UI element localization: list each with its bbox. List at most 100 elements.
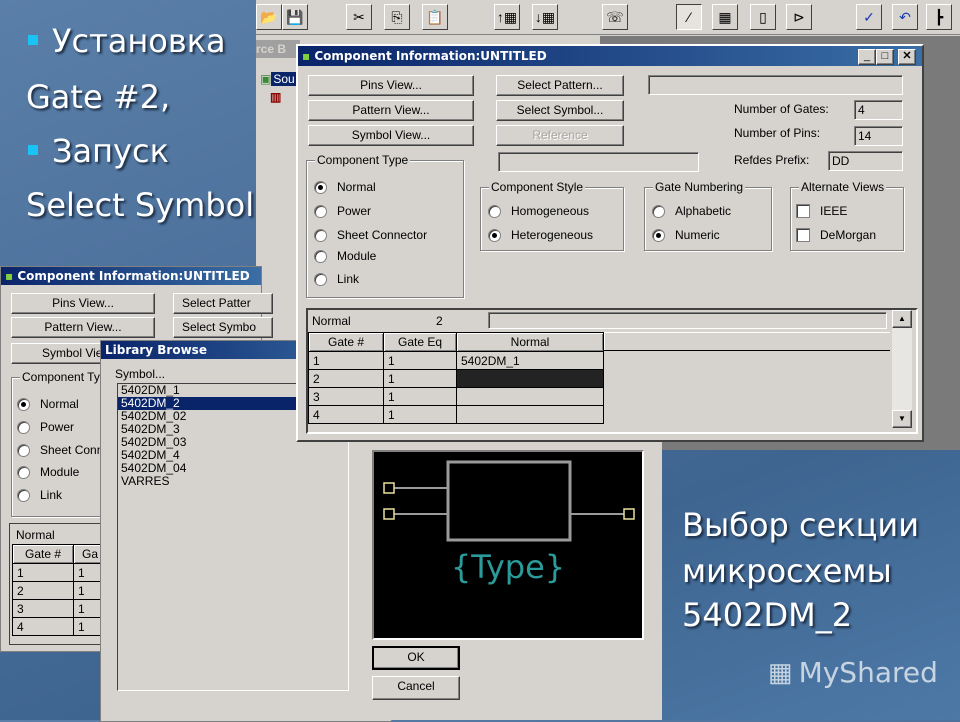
source-browser: rce B ▣ Sou ▥ <box>256 36 300 336</box>
table-row[interactable]: 21 <box>12 581 107 600</box>
table-row[interactable]: 1 1 5402DM_1 <box>308 351 604 370</box>
back-pattern-view-button[interactable]: Pattern View... <box>11 317 155 338</box>
table-cell[interactable] <box>456 405 604 424</box>
grid-edit-field[interactable] <box>488 312 887 329</box>
table-cell[interactable]: 5402DM_1 <box>456 351 604 370</box>
number-of-gates-label: Number of Gates: <box>734 102 829 116</box>
table-cell[interactable]: 1 <box>308 351 384 370</box>
reference-button[interactable]: Reference <box>496 125 624 146</box>
toolbar-insert-row-above-button[interactable]: ↑▦ <box>494 4 520 30</box>
column-header[interactable]: Gate # <box>308 332 384 352</box>
maximize-button[interactable]: □ <box>876 49 894 65</box>
select-symbol-button[interactable]: Select Symbol... <box>496 100 624 121</box>
scroll-down-button[interactable]: ▼ <box>892 410 912 428</box>
toolbar-chip-button[interactable]: ▯ <box>750 4 776 30</box>
table-row[interactable]: 21 <box>308 369 604 388</box>
toolbar-cut-button[interactable]: ✂ <box>346 4 372 30</box>
table-row[interactable]: 31 <box>308 387 604 406</box>
cancel-button[interactable]: Cancel <box>372 676 460 700</box>
table-row[interactable]: 41 <box>308 405 604 424</box>
table-row[interactable]: 31 <box>12 599 107 618</box>
back-select-pattern-button[interactable]: Select Patter <box>173 293 273 314</box>
back-component-type-radio-power[interactable]: Power <box>17 420 74 434</box>
slide-bullet-2: Запуск <box>28 132 169 170</box>
toolbar-component-info-button[interactable]: ☏ <box>602 4 628 30</box>
table-cell[interactable]: 1 <box>12 563 74 582</box>
back-select-symbol-button[interactable]: Select Symbo <box>173 317 273 338</box>
table-cell[interactable]: 3 <box>12 599 74 618</box>
table-cell[interactable]: 4 <box>308 405 384 424</box>
pattern-name-field[interactable] <box>648 75 903 95</box>
select-pattern-button[interactable]: Select Pattern... <box>496 75 624 96</box>
grid-scrollbar[interactable]: ▲ ▼ <box>892 310 912 428</box>
toolbar-symbol-pattern-button[interactable]: ⁄ <box>676 4 702 30</box>
back-component-type-radio-normal[interactable]: Normal <box>17 397 79 411</box>
table-cell[interactable]: 1 <box>383 369 457 388</box>
toolbar-paste-button[interactable]: 📋 <box>422 4 448 30</box>
table-cell[interactable] <box>456 387 604 406</box>
grid-status-label: Normal <box>312 314 351 328</box>
pattern-view-button[interactable]: Pattern View... <box>308 100 474 121</box>
back-component-type-radio-module[interactable]: Module <box>17 465 79 479</box>
back-dialog-titlebar: ▪ Component Information:UNTITLED <box>1 267 261 285</box>
radio-icon <box>314 272 327 286</box>
back-component-type-radio-sheet-conn[interactable]: Sheet Conn <box>17 443 103 457</box>
table-row[interactable]: 11 <box>12 563 107 582</box>
close-button[interactable]: ✕ <box>898 49 916 65</box>
radio-label: Power <box>40 420 75 434</box>
component-type-radio-normal[interactable]: Normal <box>314 180 376 194</box>
component-style-radio-heterogeneous[interactable]: Heterogeneous <box>488 228 593 242</box>
cut-icon: ✂ <box>353 9 365 25</box>
toolbar-save-button[interactable]: 💾 <box>282 4 308 30</box>
table-row[interactable]: 41 <box>12 617 107 636</box>
radio-label: Power <box>337 204 372 218</box>
table-cell[interactable] <box>456 369 604 388</box>
component-type-radio-power[interactable]: Power <box>314 204 371 218</box>
toolbar-grid-view-button[interactable]: ▦ <box>712 4 738 30</box>
back-component-type-radio-link[interactable]: Link <box>17 488 62 502</box>
toolbar-insert-row-below-button[interactable]: ↓▦ <box>532 4 558 30</box>
back-pins-view-button[interactable]: Pins View... <box>11 293 155 314</box>
component-type-radio-sheet-connector[interactable]: Sheet Connector <box>314 228 427 242</box>
table-cell[interactable]: 2 <box>12 581 74 600</box>
refdes-prefix-label: Refdes Prefix: <box>734 153 810 167</box>
symbol-list-item[interactable]: VARRES <box>118 475 348 488</box>
table-cell[interactable]: 2 <box>308 369 384 388</box>
scroll-up-button[interactable]: ▲ <box>892 310 912 328</box>
column-header[interactable]: Gate # <box>12 544 74 564</box>
toolbar-verify-button[interactable]: ✓ <box>856 4 882 30</box>
number-of-gates-field[interactable]: 4 <box>854 100 903 120</box>
minimize-button[interactable]: _ <box>858 49 876 65</box>
toolbar-undo-button[interactable]: ↶ <box>892 4 918 30</box>
toolbar-open-button[interactable]: 📂 <box>256 4 282 30</box>
symbol-name-field[interactable] <box>498 152 699 172</box>
alternate-view-checkbox-ieee[interactable]: IEEE <box>796 204 847 218</box>
toolbar-gate-button[interactable]: ⊳ <box>786 4 812 30</box>
radio-label: Normal <box>40 397 79 411</box>
table-cell[interactable]: 4 <box>12 617 74 636</box>
gate-table: Gate # Gate Eq Normal 1 1 5402DM_1 2 1 3 1 4 1 <box>308 332 604 424</box>
toolbar-tree-button[interactable]: ┣ <box>926 4 952 30</box>
column-header[interactable]: Gate Eq <box>383 332 457 352</box>
table-cell[interactable]: 3 <box>308 387 384 406</box>
alternate-view-checkbox-demorgan[interactable]: DeMorgan <box>796 228 876 242</box>
table-cell[interactable]: 1 <box>383 387 457 406</box>
number-of-pins-field[interactable]: 14 <box>854 126 903 146</box>
component-style-radio-homogeneous[interactable]: Homogeneous <box>488 204 589 218</box>
gate-numbering-radio-numeric[interactable]: Numeric <box>652 228 720 242</box>
component-type-radio-module[interactable]: Module <box>314 249 376 263</box>
symbol-view-button[interactable]: Symbol View... <box>308 125 474 146</box>
radio-icon <box>17 443 30 457</box>
pins-view-button[interactable]: Pins View... <box>308 75 474 96</box>
table-cell[interactable]: 1 <box>383 351 457 370</box>
gate-numbering-radio-alphabetic[interactable]: Alphabetic <box>652 204 731 218</box>
table-cell[interactable]: 1 <box>383 405 457 424</box>
radio-icon <box>17 488 30 502</box>
refdes-prefix-field[interactable]: DD <box>828 151 903 171</box>
source-item[interactable]: ▣ Sou <box>260 72 297 86</box>
toolbar-copy-button[interactable]: ⎘ <box>384 4 410 30</box>
toolbar: 📂 💾 ✂ ⎘ 📋 ↑▦ ↓▦ ☏ ⁄ ▦ ▯ ⊳ ✓ ↶ ┣ <box>256 0 960 35</box>
column-header[interactable]: Normal <box>456 332 604 352</box>
ok-button[interactable]: OK <box>372 646 460 670</box>
component-type-radio-link[interactable]: Link <box>314 272 359 286</box>
